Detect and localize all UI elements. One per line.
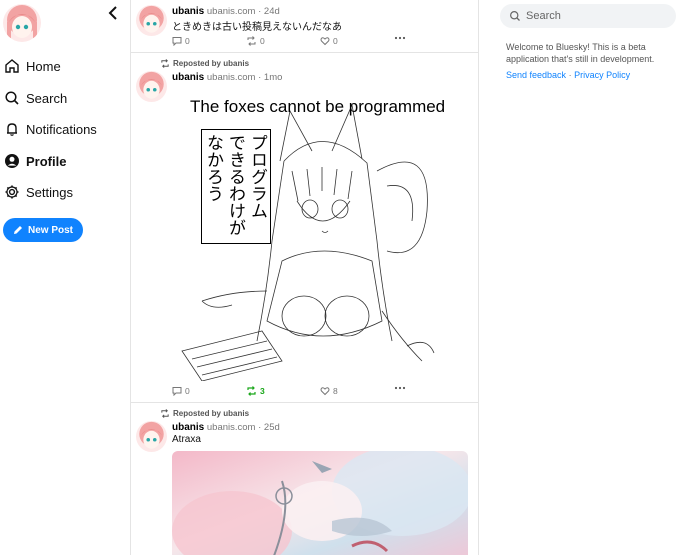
author-handle[interactable]: ubanis.com [207,6,256,17]
feed: ubanis ubanis.com · 24d ときめきは古い投稿見えないんだな… [131,0,479,555]
search-input[interactable]: Search [500,4,676,28]
back-chevron-icon[interactable] [106,4,120,22]
post-time: · 25d [258,422,280,433]
comment-icon [172,36,182,46]
repost-icon [160,409,170,418]
pencil-icon [13,225,23,235]
repost-count: 0 [260,36,265,46]
sidebar-item-label: Search [26,90,68,106]
post-text: Atraxa [172,434,201,445]
post-time: · 1mo [258,72,283,83]
post-time: · 24d [258,6,280,17]
repost-icon [160,59,170,68]
vertical-line-1: プログラム [247,134,267,219]
search-icon [4,90,20,106]
post-actions: 0 3 8 [172,386,422,398]
author-handle[interactable]: ubanis.com [207,422,256,433]
feed-post[interactable]: ubanis ubanis.com · 24d ときめきは古い投稿見えないんだな… [131,0,478,53]
footer-links: Send feedback · Privacy Policy [506,70,630,80]
reply-button[interactable]: 0 [172,386,190,396]
author-avatar[interactable] [136,421,167,452]
repost-button[interactable]: 3 [246,386,265,396]
repost-indicator: Reposted by ubanis [160,59,249,68]
right-panel: Search Welcome to Bluesky! This is a bet… [479,0,680,555]
author-avatar[interactable] [136,5,167,36]
user-avatar[interactable] [3,4,41,42]
feed-post[interactable]: Reposted by ubanis ubanis ubanis.com · 1… [131,53,478,403]
sidebar-item-search[interactable]: Search [4,88,67,108]
search-placeholder: Search [526,10,561,22]
post-header: ubanis ubanis.com · 24d [172,6,280,17]
image-vertical-caption: プログラム できるわけが なかろう [201,129,271,244]
privacy-policy-link[interactable]: Privacy Policy [574,70,630,80]
send-feedback-link[interactable]: Send feedback [506,70,566,80]
search-icon [509,10,521,22]
user-circle-icon [4,153,20,169]
heart-icon [320,36,330,46]
post-header: ubanis ubanis.com · 1mo [172,72,282,83]
author-name[interactable]: ubanis [172,422,204,433]
link-separator: · [568,70,572,80]
ellipsis-icon [394,36,406,40]
gear-icon [4,184,20,200]
bell-icon [4,121,20,137]
left-sidebar: Home Search Notifications Profile Settin… [0,0,131,555]
repost-icon [246,36,257,46]
sidebar-item-label: Profile [26,153,67,169]
author-name[interactable]: ubanis [172,72,204,83]
reply-count: 0 [185,36,190,46]
sidebar-item-label: Home [26,58,61,74]
sidebar-item-label: Settings [26,184,73,200]
like-count: 8 [333,386,338,396]
new-post-label: New Post [27,224,73,236]
reply-count: 0 [185,386,190,396]
vertical-line-3: なかろう [203,134,223,202]
sidebar-item-notifications[interactable]: Notifications [4,119,97,139]
post-header: ubanis ubanis.com · 25d [172,422,280,433]
comment-icon [172,386,182,396]
sidebar-item-label: Notifications [26,121,97,137]
more-options-button[interactable] [394,386,409,390]
reply-button[interactable]: 0 [172,36,190,46]
post-image[interactable] [172,451,468,555]
author-handle[interactable]: ubanis.com [207,72,256,83]
like-button[interactable]: 8 [320,386,338,396]
new-post-button[interactable]: New Post [3,218,83,242]
reposted-by-label[interactable]: Reposted by ubanis [173,409,249,418]
heart-icon [320,386,330,396]
post-image[interactable]: The foxes cannot be programmed プログラム できる… [172,91,472,381]
post-actions: 0 0 0 [172,36,422,48]
more-options-button[interactable] [394,36,409,40]
repost-count: 3 [260,386,265,396]
reposted-by-label[interactable]: Reposted by ubanis [173,59,249,68]
sidebar-item-settings[interactable]: Settings [4,182,73,202]
sidebar-item-profile[interactable]: Profile [4,151,66,171]
welcome-text: Welcome to Bluesky! This is a beta appli… [506,42,655,64]
like-count: 0 [333,36,338,46]
repost-indicator: Reposted by ubanis [160,409,249,418]
ellipsis-icon [394,386,406,390]
repost-icon [246,386,257,396]
home-icon [4,58,20,74]
vertical-line-2: できるわけが [225,134,245,236]
like-button[interactable]: 0 [320,36,338,46]
sidebar-item-home[interactable]: Home [4,56,61,76]
atraxa-painting [172,451,468,555]
image-caption-title: The foxes cannot be programmed [190,97,446,116]
repost-button[interactable]: 0 [246,36,265,46]
post-text: ときめきは古い投稿見えないんだなあ [172,22,342,33]
author-name[interactable]: ubanis [172,6,204,17]
author-avatar[interactable] [136,71,167,102]
